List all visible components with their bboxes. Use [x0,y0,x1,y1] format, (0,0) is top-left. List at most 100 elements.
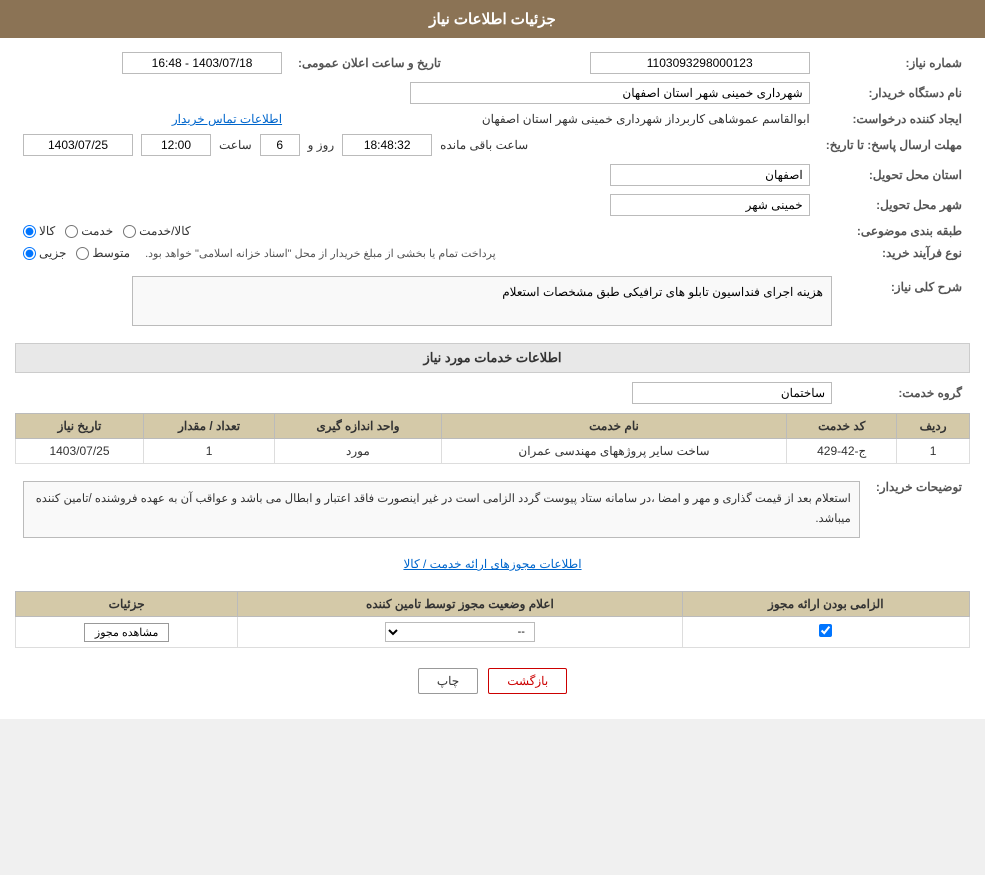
col-details: جزئیات [16,592,238,617]
service-group-row: گروه خدمت: [15,378,970,408]
deadline-time-input[interactable] [141,134,211,156]
permissions-status-cell: -- [238,617,682,648]
category-khadamat: خدمت [65,224,113,238]
services-section-title: اطلاعات خدمات مورد نیاز [15,343,970,373]
order-row: شماره نیاز: تاریخ و ساعت اعلان عمومی: [15,48,970,78]
category-kala-khadamat-label: کالا/خدمت [139,224,190,238]
province-row: استان محل تحویل: [15,160,970,190]
contact-link[interactable]: اطلاعات تماس خریدار [172,112,282,126]
cell-quantity: 1 [143,439,274,464]
description-value: هزینه اجرای فنداسیون تابلو های ترافیکی ط… [15,272,840,333]
purchase-type-mottasat-radio[interactable] [76,247,89,260]
city-input[interactable] [610,194,810,216]
col-row: ردیف [897,414,970,439]
buyer-note-content: استعلام بعد از قیمت گذاری و مهر و امضا ،… [23,481,860,538]
description-label: شرح کلی نیاز: [840,272,970,333]
col-unit: واحد اندازه گیری [275,414,441,439]
description-textarea[interactable]: هزینه اجرای فنداسیون تابلو های ترافیکی ط… [132,276,832,326]
category-khadamat-radio[interactable] [65,225,78,238]
category-kala-khadamat-radio[interactable] [123,225,136,238]
permissions-section-title[interactable]: اطلاعات مجوزهای ارائه خدمت / کالا [15,552,970,576]
purchase-type-jozii-radio[interactable] [23,247,36,260]
permissions-details-cell: مشاهده مجوز [16,617,238,648]
description-table: شرح کلی نیاز: هزینه اجرای فنداسیون تابلو… [15,272,970,333]
permissions-table: الزامی بودن ارائه مجوز اعلام وضعیت مجوز … [15,591,970,648]
back-button[interactable]: بازگشت [488,668,567,694]
category-row: طبقه بندی موضوعی: کالا/خدمت خدمت [15,220,970,242]
col-quantity: تعداد / مقدار [143,414,274,439]
service-group-value [15,378,840,408]
col-status: اعلام وضعیت مجوز توسط تامین کننده [238,592,682,617]
deadline-label: مهلت ارسال پاسخ: تا تاریخ: [818,130,970,160]
description-row: شرح کلی نیاز: هزینه اجرای فنداسیون تابلو… [15,272,970,333]
buyer-note-text: استعلام بعد از قیمت گذاری و مهر و امضا ،… [36,493,851,525]
print-button[interactable]: چاپ [418,668,478,694]
main-content: شماره نیاز: تاریخ و ساعت اعلان عمومی: نا… [0,38,985,719]
purchase-type-mottasat: متوسط [76,246,130,260]
purchase-type-row: نوع فرآیند خرید: پرداخت تمام یا بخشی از … [15,242,970,264]
buyer-note-value: استعلام بعد از قیمت گذاری و مهر و امضا ،… [15,472,868,547]
service-group-table: گروه خدمت: [15,378,970,408]
buyer-note-label: توضیحات خریدار: [868,472,970,547]
buyer-note-table: توضیحات خریدار: استعلام بعد از قیمت گذار… [15,472,970,547]
purchase-type-value: پرداخت تمام یا بخشی از مبلغ خریدار از مح… [15,242,818,264]
announcement-date-input[interactable] [122,52,282,74]
requester-value: ابوالقاسم عموشاهی کاربرداز شهرداری خمینی… [290,108,818,130]
deadline-date-input[interactable] [23,134,133,156]
col-required: الزامی بودن ارائه مجوز [682,592,969,617]
city-row: شهر محل تحویل: [15,190,970,220]
view-permission-button[interactable]: مشاهده مجوز [84,623,169,642]
permissions-row: -- مشاهده مجوز [16,617,970,648]
purchase-type-mottasat-label: متوسط [92,246,130,260]
footer-buttons: بازگشت چاپ [15,653,970,709]
permissions-required-checkbox[interactable] [819,624,832,637]
order-number-input[interactable] [590,52,810,74]
purchase-type-jozii-label: جزیی [39,246,66,260]
category-label: طبقه بندی موضوعی: [818,220,970,242]
category-kala-radio[interactable] [23,225,36,238]
page-header: جزئیات اطلاعات نیاز [0,0,985,38]
buyer-org-value [15,78,818,108]
main-form-table: شماره نیاز: تاریخ و ساعت اعلان عمومی: نا… [15,48,970,264]
col-code: کد خدمت [787,414,897,439]
page-wrapper: جزئیات اطلاعات نیاز شماره نیاز: تاریخ و … [0,0,985,719]
permissions-table-header: الزامی بودن ارائه مجوز اعلام وضعیت مجوز … [16,592,970,617]
purchase-note-text: پرداخت تمام یا بخشی از مبلغ خریدار از مح… [145,247,496,260]
province-input[interactable] [610,164,810,186]
cell-row: 1 [897,439,970,464]
deadline-days-label: روز و [308,138,335,152]
category-kala-khadamat: کالا/خدمت [123,224,190,238]
province-label: استان محل تحویل: [818,160,970,190]
requester-name: ابوالقاسم عموشاهی کاربرداز شهرداری خمینی… [482,112,810,126]
buyer-org-label: نام دستگاه خریدار: [818,78,970,108]
permissions-required-cell [682,617,969,648]
buyer-note-row: توضیحات خریدار: استعلام بعد از قیمت گذار… [15,472,970,547]
province-value [15,160,818,190]
category-kala-label: کالا [39,224,55,238]
requester-label: ایجاد کننده درخواست: [818,108,970,130]
col-name: نام خدمت [441,414,787,439]
service-group-label: گروه خدمت: [840,378,970,408]
contact-link-cell: اطلاعات تماس خریدار [15,108,290,130]
requester-row: ایجاد کننده درخواست: ابوالقاسم عموشاهی ک… [15,108,970,130]
cell-code: ج-42-429 [787,439,897,464]
order-number-value [449,48,818,78]
purchase-type-jozii: جزیی [23,246,66,260]
purchase-type-label: نوع فرآیند خرید: [818,242,970,264]
col-date: تاریخ نیاز [16,414,144,439]
category-value: کالا/خدمت خدمت کالا [15,220,818,242]
announcement-date-value [15,48,290,78]
category-khadamat-label: خدمت [81,224,113,238]
category-kala: کالا [23,224,55,238]
deadline-remaining-input[interactable] [342,134,432,156]
city-label: شهر محل تحویل: [818,190,970,220]
service-group-input[interactable] [632,382,832,404]
deadline-days-input[interactable] [260,134,300,156]
city-value [15,190,818,220]
buyer-org-input[interactable] [410,82,810,104]
deadline-time-label: ساعت [219,138,252,152]
permissions-status-select[interactable]: -- [385,622,535,642]
announcement-date-label: تاریخ و ساعت اعلان عمومی: [290,48,449,78]
services-table: ردیف کد خدمت نام خدمت واحد اندازه گیری ت… [15,413,970,464]
page-title: جزئیات اطلاعات نیاز [429,11,556,28]
